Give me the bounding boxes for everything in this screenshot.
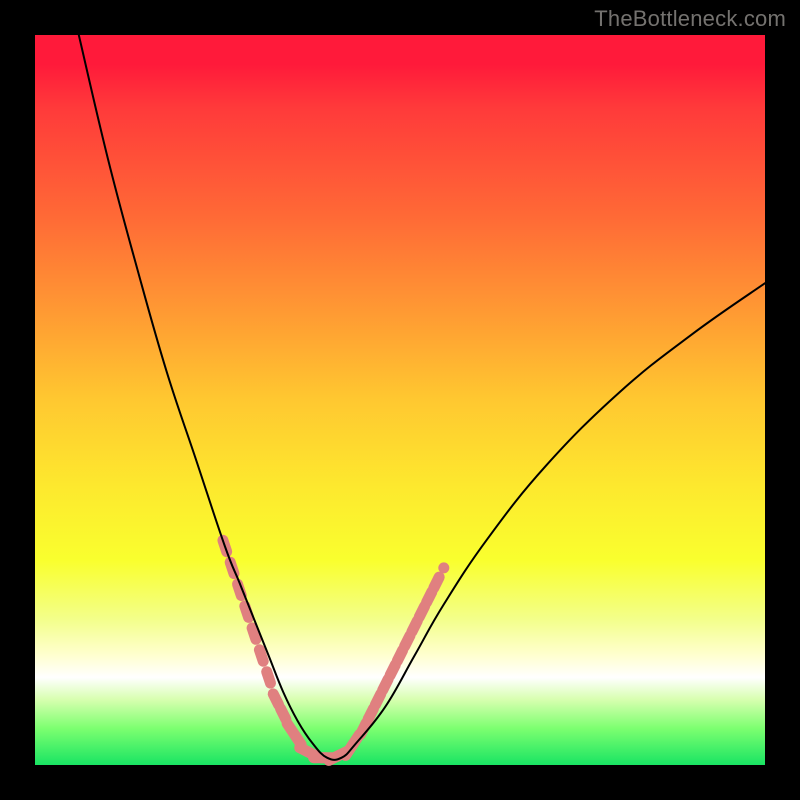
chart-container: TheBottleneck.com: [0, 0, 800, 800]
marker-bead: [419, 606, 424, 617]
marker-bead: [434, 577, 439, 588]
marker-bead: [281, 709, 286, 720]
marker-bead: [405, 636, 410, 647]
marker-bead: [397, 650, 402, 661]
marker-bead: [383, 679, 388, 690]
marker-bead: [427, 592, 432, 603]
chart-svg: [35, 35, 765, 765]
marker-bead: [390, 665, 395, 676]
marker-group: [223, 540, 444, 760]
marker-bead: [368, 709, 373, 720]
bottleneck-curve: [79, 35, 765, 760]
marker-bead: [267, 672, 271, 683]
marker-bead: [252, 628, 256, 639]
watermark-text: TheBottleneck.com: [594, 6, 786, 32]
marker-bead: [273, 694, 278, 705]
marker-bead: [259, 650, 263, 661]
marker-bead: [375, 694, 380, 705]
marker-bead: [412, 621, 417, 632]
marker-bead: [245, 606, 249, 617]
plot-area: [35, 35, 765, 765]
